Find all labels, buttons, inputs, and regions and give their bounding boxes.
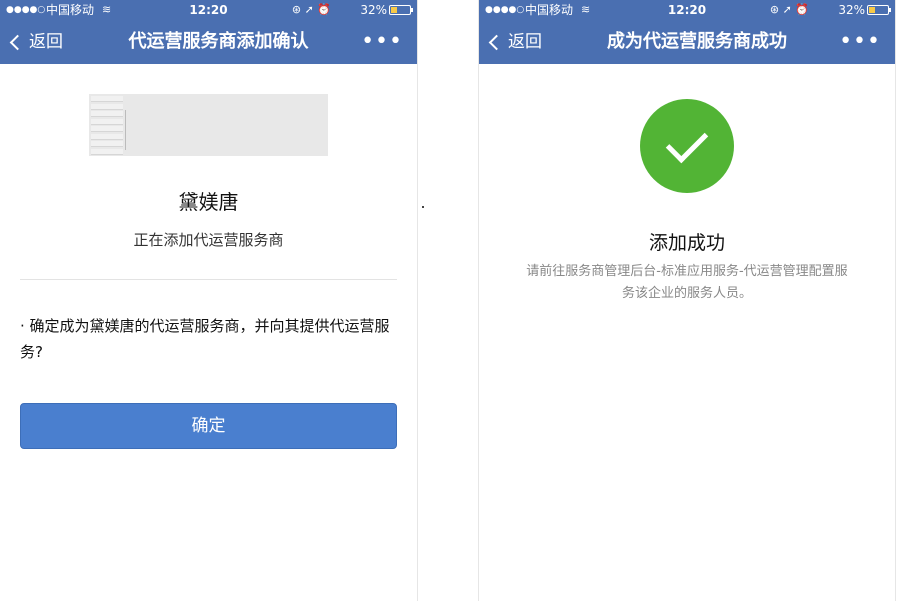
success-description: 请前往服务商管理后台-标准应用服务-代运营管理配置服务该企业的服务人员。 <box>526 264 848 301</box>
chevron-left-icon <box>488 34 505 51</box>
header-bar: ●●●●○ 中国移动 ≋ 12:20 ⊛ ➚ ⏰ 32% 返回 代运营服务商添加… <box>0 0 417 64</box>
checkmark-icon <box>665 120 709 164</box>
nav-bar: 返回 代运营服务商添加确认 ••• <box>0 20 417 64</box>
status-time: 12:20 <box>667 3 707 17</box>
status-icons: ⊛ ➚ ⏰ <box>769 3 809 16</box>
company-logo-thumbnail <box>89 94 328 156</box>
divider <box>20 279 397 280</box>
battery-icon <box>389 5 413 15</box>
back-label: 返回 <box>29 32 63 52</box>
back-label: 返回 <box>508 32 542 52</box>
confirm-screen: ●●●●○ 中国移动 ≋ 12:20 ⊛ ➚ ⏰ 32% 返回 代运营服务商添加… <box>0 0 418 601</box>
back-button[interactable]: 返回 <box>488 20 542 64</box>
page-title: 代运营服务商添加确认 <box>128 31 309 52</box>
status-bar: ●●●●○ 中国移动 ≋ 12:20 ⊛ ➚ ⏰ 32% <box>479 0 895 20</box>
status-time: 12:20 <box>189 3 228 17</box>
status-bar: ●●●●○ 中国移动 ≋ 12:20 ⊛ ➚ ⏰ 32% <box>0 0 417 20</box>
chevron-left-icon <box>9 34 26 51</box>
success-screen: ●●●●○ 中国移动 ≋ 12:20 ⊛ ➚ ⏰ 32% 返回 成为代运营服务商… <box>478 0 896 601</box>
confirm-question: · 确定成为黛媄唐的代运营服务商，并向其提供代运营服务? <box>20 317 390 361</box>
adding-subtitle: 正在添加代运营服务商 <box>133 231 284 249</box>
more-menu-button[interactable]: ••• <box>839 20 881 64</box>
battery-icon <box>867 5 891 15</box>
status-icons: ⊛ ➚ ⏰ <box>291 3 331 16</box>
confirm-button[interactable]: 确定 <box>20 403 397 449</box>
page-title: 成为代运营服务商成功 <box>607 31 787 52</box>
nav-bar: 返回 成为代运营服务商成功 ••• <box>479 20 895 64</box>
back-button[interactable]: 返回 <box>9 20 63 64</box>
divider-dot <box>422 206 424 208</box>
battery-percent: 32% <box>838 3 865 17</box>
more-menu-button[interactable]: ••• <box>361 20 403 64</box>
success-check-icon <box>640 99 734 193</box>
company-name: 黛媄唐 <box>178 190 239 214</box>
battery-percent: 32% <box>360 3 387 17</box>
success-title: 添加成功 <box>648 232 725 254</box>
header-bar: ●●●●○ 中国移动 ≋ 12:20 ⊛ ➚ ⏰ 32% 返回 成为代运营服务商… <box>479 0 895 64</box>
